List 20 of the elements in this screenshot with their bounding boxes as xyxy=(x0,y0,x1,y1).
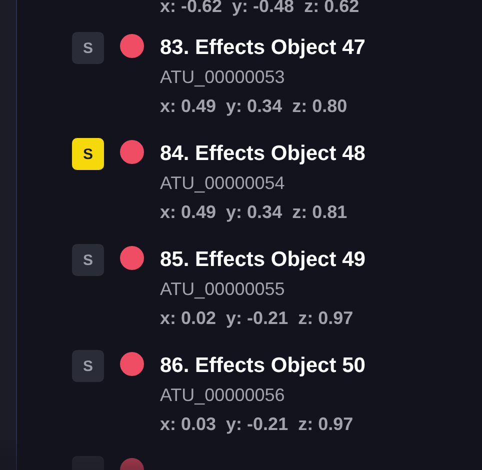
object-title: 84. Effects Object 48 xyxy=(160,141,366,167)
solo-toggle[interactable]: S xyxy=(72,138,104,170)
object-code: ATU_00000054 xyxy=(160,172,286,195)
solo-toggle[interactable]: S xyxy=(72,244,104,276)
object-title: 86. Effects Object 50 xyxy=(160,353,366,379)
object-code: ATU_00000055 xyxy=(160,278,286,301)
status-dot xyxy=(120,34,144,58)
solo-toggle[interactable]: S xyxy=(72,350,104,382)
object-title: 85. Effects Object 49 xyxy=(160,247,366,273)
object-title: 83. Effects Object 47 xyxy=(160,35,366,61)
object-coordinates: x: 0.49 y: 0.34 z: 0.81 xyxy=(160,201,348,224)
solo-toggle[interactable]: S xyxy=(72,32,104,64)
object-code: ATU_00000056 xyxy=(160,384,286,407)
object-coordinates: x: 0.03 y: -0.21 z: 0.97 xyxy=(160,413,354,436)
status-dot xyxy=(120,140,144,164)
status-dot xyxy=(120,352,144,376)
status-dot xyxy=(120,246,144,270)
object-coordinates: x: 0.02 y: -0.21 z: 0.97 xyxy=(160,307,354,330)
object-code: ATU_00000053 xyxy=(160,66,286,89)
object-coordinates: x: 0.49 y: 0.34 z: 0.80 xyxy=(160,95,348,118)
